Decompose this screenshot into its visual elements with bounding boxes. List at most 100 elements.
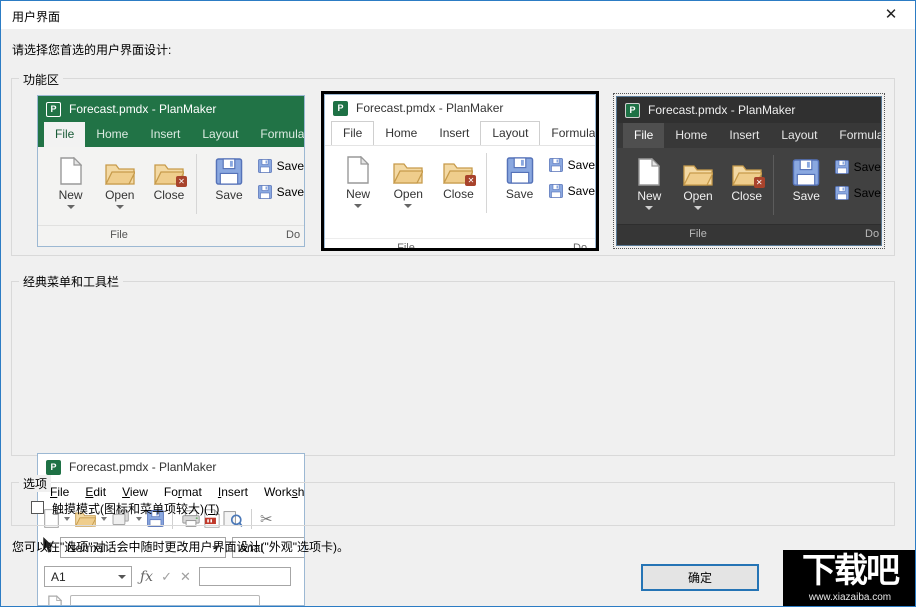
small-save-buttons: Save Save: [835, 153, 881, 215]
dialog-titlebar: 用户界面 ✕: [1, 1, 915, 29]
close-folder-icon: ✕: [732, 153, 762, 186]
user-interface-dialog: 用户界面 ✕ 请选择您首选的用户界面设计: 功能区 P Forecast.pmd…: [0, 0, 916, 607]
tab-formula: Formula: [249, 122, 305, 147]
tab-home: Home: [664, 123, 718, 148]
save-button: Save: [204, 152, 253, 214]
new-button: New: [46, 152, 95, 214]
options-group-label: 选项: [19, 475, 51, 492]
watermark-url: www.xiazaiba.com: [783, 592, 916, 604]
close-button: ✕ Close: [433, 151, 483, 213]
close-badge-icon: ✕: [465, 175, 476, 186]
chevron-down-icon: [354, 204, 362, 208]
ribbon-tab-bar: File Home Insert Layout Formula: [325, 121, 595, 146]
classic-group-label: 经典菜单和工具栏: [19, 273, 123, 290]
ribbon-toolbar: New Open ✕ Close Save Save Save: [38, 147, 304, 214]
tab-insert: Insert: [718, 123, 770, 148]
save-button: Save: [494, 151, 544, 213]
tab-home: Home: [85, 122, 139, 147]
ribbon-preview-dark[interactable]: P Forecast.pmdx - PlanMaker File Home In…: [613, 93, 885, 249]
chevron-down-icon: [694, 206, 702, 210]
open-folder-icon: [683, 153, 713, 186]
ok-button[interactable]: 确定: [641, 564, 759, 591]
save-small-button: Save: [835, 160, 881, 174]
new-document-icon: [638, 153, 660, 186]
open-folder-icon: [105, 152, 135, 185]
group-separator: [773, 155, 774, 215]
group-separator: [196, 154, 197, 214]
close-badge-icon: ✕: [754, 177, 765, 188]
function-icon: ƒx: [140, 569, 153, 585]
chevron-down-icon: [645, 206, 653, 210]
classic-preview-light[interactable]: P Forecast.pmdx - PlanMaker File Edit Vi…: [37, 453, 305, 606]
ribbon-tab-bar: File Home Insert Layout Formula: [617, 123, 881, 148]
save-small-button: Save: [258, 159, 304, 173]
preview-window-title: Forecast.pmdx - PlanMaker: [356, 101, 503, 115]
close-button: ✕ Close: [144, 152, 193, 214]
save-small-button: Save: [549, 158, 595, 172]
floppy-icon: [258, 159, 272, 173]
open-folder-icon: [393, 151, 423, 184]
watermark-brand: 下载吧: [783, 550, 916, 592]
save-floppy-icon: [215, 152, 243, 185]
document-icon: [48, 595, 62, 606]
chevron-down-icon: [118, 575, 126, 579]
close-button: ✕ Close: [722, 153, 771, 215]
formula-input: [199, 567, 291, 586]
tab-home: Home: [374, 121, 428, 145]
save-button: Save: [782, 153, 831, 215]
save-as-small-button: Save: [835, 186, 881, 200]
group-separator: [486, 153, 487, 213]
save-as-small-button: Save: [258, 185, 304, 199]
tab-layout: Layout: [480, 121, 540, 145]
formula-bar: A1 ƒx ✓ ✕: [38, 562, 304, 591]
confirm-check-icon: ✓: [161, 569, 172, 585]
ribbon-toolbar: New Open ✕ Close Save Save Save: [617, 148, 881, 215]
small-save-buttons: Save Save: [258, 152, 304, 214]
watermark: 下载吧 www.xiazaiba.com: [783, 550, 916, 607]
clipped-toolbar-row: [38, 591, 304, 606]
cell-reference-combo: A1: [44, 566, 132, 587]
ribbon-preview-colored[interactable]: P Forecast.pmdx - PlanMaker File Home In…: [37, 95, 305, 247]
ribbon-group-labels: File Do: [325, 238, 595, 251]
tab-layout: Layout: [770, 123, 828, 148]
floppy-icon: [549, 184, 563, 198]
chevron-down-icon: [67, 205, 75, 209]
new-button: New: [625, 153, 674, 215]
touch-mode-checkbox[interactable]: [31, 501, 44, 514]
tab-insert: Insert: [428, 121, 480, 145]
open-button: Open: [95, 152, 144, 214]
footer-note: 您可以在"选项"对话会中随时更改用户界面设计("外观"选项卡)。: [12, 538, 349, 555]
tab-formula: Formula: [828, 123, 882, 148]
chevron-down-icon: [116, 205, 124, 209]
chevron-down-icon: [404, 204, 412, 208]
preview-window-title: Forecast.pmdx - PlanMaker: [648, 103, 795, 117]
close-icon[interactable]: ✕: [879, 5, 903, 25]
preview-window-title: Forecast.pmdx - PlanMaker: [69, 460, 216, 474]
preview-titlebar: P Forecast.pmdx - PlanMaker: [325, 95, 595, 121]
ribbon-preview-light-selected[interactable]: P Forecast.pmdx - PlanMaker File Home In…: [321, 91, 599, 251]
tab-insert: Insert: [139, 122, 191, 147]
small-save-buttons: Save Save: [549, 151, 595, 213]
planmaker-logo-icon: P: [46, 102, 61, 117]
preview-titlebar: P Forecast.pmdx - PlanMaker: [617, 97, 881, 123]
planmaker-logo-icon: P: [625, 103, 640, 118]
close-folder-icon: ✕: [154, 152, 184, 185]
sheet-selector: [70, 595, 260, 606]
floppy-icon: [835, 186, 849, 200]
floppy-icon: [835, 160, 849, 174]
ribbon-group-labels: File Do: [38, 225, 304, 246]
save-floppy-icon: [506, 151, 534, 184]
touch-mode-label: 触摸模式(图标和菜单项较大)(T): [52, 500, 219, 517]
cancel-x-icon: ✕: [180, 569, 191, 585]
ribbon-tab-bar: File Home Insert Layout Formula: [38, 122, 304, 147]
new-document-icon: [347, 151, 369, 184]
tab-file: File: [623, 123, 664, 148]
preview-titlebar: P Forecast.pmdx - PlanMaker: [38, 454, 304, 480]
new-button: New: [333, 151, 383, 213]
tab-file: File: [331, 121, 374, 145]
tab-formula: Formula: [540, 121, 596, 145]
dialog-title: 用户界面: [12, 8, 60, 25]
floppy-icon: [258, 185, 272, 199]
open-button: Open: [383, 151, 433, 213]
floppy-icon: [549, 158, 563, 172]
